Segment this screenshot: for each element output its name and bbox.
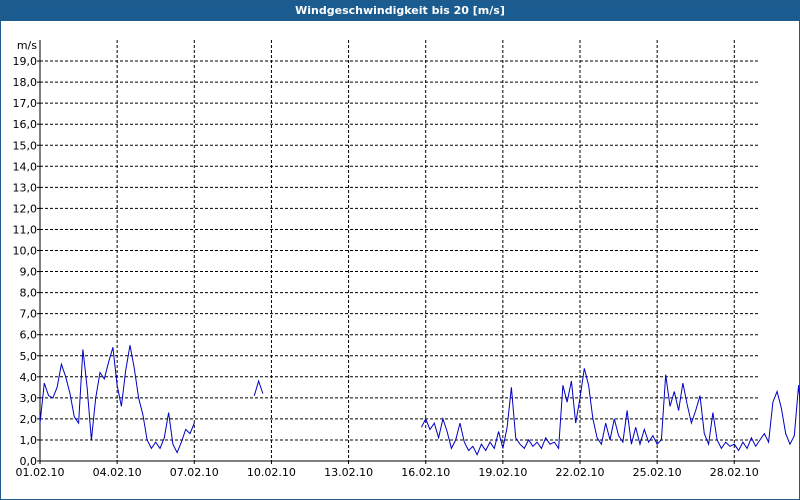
y-tick-label: 9,0 xyxy=(20,266,38,279)
y-axis-ticks: 0,01,02,03,04,05,06,07,08,09,010,011,012… xyxy=(13,55,40,468)
x-tick-label: 22.02.10 xyxy=(556,466,605,479)
y-tick-label: 13,0 xyxy=(13,181,38,194)
y-tick-label: 1,0 xyxy=(20,434,38,447)
series-lines xyxy=(39,345,800,456)
y-tick-label: 10,0 xyxy=(13,245,38,258)
series-line xyxy=(253,379,264,396)
y-tick-label: 3,0 xyxy=(20,392,38,405)
y-tick-label: 5,0 xyxy=(20,350,38,363)
y-tick-label: 18,0 xyxy=(13,76,38,89)
x-tick-label: 04.02.10 xyxy=(93,466,142,479)
y-tick-label: 19,0 xyxy=(13,55,38,68)
grid-lines xyxy=(40,40,760,461)
y-tick-label: 7,0 xyxy=(20,308,38,321)
y-tick-label: 15,0 xyxy=(13,139,38,152)
x-tick-label: 28.02.10 xyxy=(710,466,759,479)
y-tick-label: 16,0 xyxy=(13,118,38,131)
y-tick-label: 17,0 xyxy=(13,97,38,110)
x-axis-ticks: 01.02.10 04.02.10 07.02.10 10.02.10 13.02.10… xyxy=(16,461,759,479)
x-tick-label: 13.02.10 xyxy=(324,466,373,479)
x-tick-label: 16.02.10 xyxy=(401,466,450,479)
y-tick-label: 4,0 xyxy=(20,371,38,384)
y-axis-unit-label: m/s xyxy=(17,39,37,52)
y-tick-label: 6,0 xyxy=(20,329,38,342)
wind-speed-chart: 0,01,02,03,04,05,06,07,08,09,010,011,012… xyxy=(13,39,800,479)
y-tick-label: 8,0 xyxy=(20,287,38,300)
x-tick-label: 01.02.10 xyxy=(16,466,65,479)
y-tick-label: 14,0 xyxy=(13,160,38,173)
x-tick-label: 19.02.10 xyxy=(478,466,527,479)
x-tick-label: 07.02.10 xyxy=(170,466,219,479)
y-tick-label: 11,0 xyxy=(13,223,38,236)
y-tick-label: 2,0 xyxy=(20,413,38,426)
x-tick-label: 10.02.10 xyxy=(247,466,296,479)
y-tick-label: 12,0 xyxy=(13,202,38,215)
x-tick-label: 25.02.10 xyxy=(633,466,682,479)
series-line xyxy=(420,368,800,456)
